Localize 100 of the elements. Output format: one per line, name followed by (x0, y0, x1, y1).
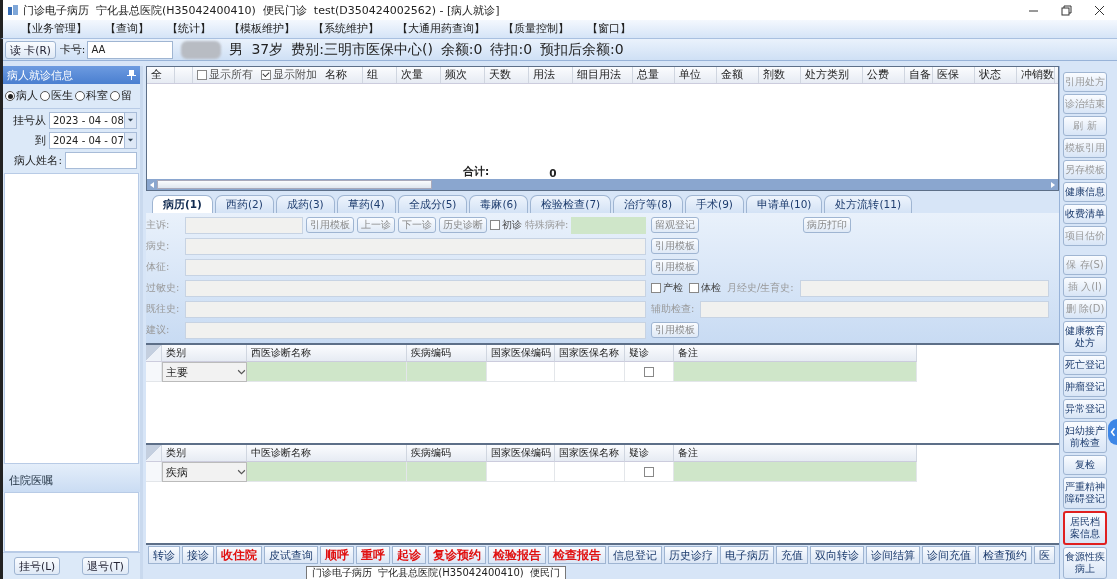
action-button[interactable]: 历史诊疗 (664, 546, 718, 564)
date-field[interactable]: 2024 - 04 - 07 (49, 132, 137, 149)
restore-icon[interactable] (1061, 4, 1072, 16)
tab[interactable]: 毒麻(6) (469, 195, 529, 213)
checkbox[interactable] (644, 366, 654, 377)
checkbox[interactable] (689, 283, 699, 293)
checkbox[interactable] (644, 466, 654, 477)
action-button[interactable]: 医 (1034, 546, 1055, 564)
grid-corner[interactable] (146, 445, 162, 462)
side-button[interactable]: 收费清单 (1063, 204, 1107, 224)
text-field[interactable] (185, 279, 646, 297)
table-cell[interactable] (247, 362, 407, 382)
text-field[interactable] (700, 300, 1049, 318)
name-field[interactable] (65, 152, 137, 169)
table-cell[interactable] (674, 462, 917, 482)
text-field[interactable] (185, 300, 646, 318)
date-field[interactable]: 2023 - 04 - 08 (49, 112, 137, 129)
side-button[interactable]: 食源性疾病上 (1063, 547, 1107, 579)
radio-option[interactable]: 医生 (40, 89, 73, 103)
register-button[interactable]: 退号(T) (82, 557, 129, 575)
side-button[interactable]: 肿瘤登记 (1063, 377, 1107, 397)
action-button[interactable]: 电子病历 (720, 546, 774, 564)
table-cell[interactable] (555, 462, 625, 482)
template-button[interactable]: 病历打印 (803, 217, 851, 233)
table-cell[interactable] (555, 362, 625, 382)
tab[interactable]: 成药(3) (275, 195, 335, 213)
checkbox[interactable] (490, 220, 500, 230)
action-button[interactable]: 顺呼 (320, 546, 354, 564)
checkbox[interactable] (261, 70, 271, 80)
action-button[interactable]: 检验报告 (488, 546, 546, 564)
tab[interactable]: 草药(4) (336, 195, 396, 213)
dropdown-icon[interactable] (127, 137, 134, 144)
action-button[interactable]: 检查报告 (548, 546, 606, 564)
menu-item[interactable]: 【查询】 (105, 22, 149, 36)
collapse-handle[interactable] (1108, 419, 1117, 445)
menu-item[interactable]: 【系统维护】 (313, 22, 379, 36)
action-button[interactable]: 诊间充值 (922, 546, 976, 564)
tab[interactable]: 治疗等(8) (613, 195, 684, 213)
table-cell[interactable] (247, 462, 407, 482)
side-button[interactable]: 严重精神障碍登记 (1063, 477, 1107, 509)
side-button[interactable]: 居民档案信息 (1063, 511, 1107, 545)
checkbox[interactable] (651, 283, 661, 293)
side-button[interactable]: 健康教育处方 (1063, 321, 1107, 353)
tab[interactable]: 申请单(10) (745, 195, 823, 213)
action-button[interactable]: 起诊 (392, 546, 426, 564)
tab[interactable]: 全成分(5) (397, 195, 468, 213)
action-button[interactable]: 接诊 (182, 546, 214, 564)
read-card-button[interactable]: 读 卡(R) (5, 40, 56, 59)
tab[interactable]: 手术(9) (685, 195, 744, 213)
checkbox[interactable] (197, 70, 207, 80)
radio-option[interactable]: 留 (110, 89, 132, 103)
menu-item[interactable]: 【大通用药查询】 (397, 22, 485, 36)
menu-item[interactable]: 【质量控制】 (503, 22, 569, 36)
action-button[interactable]: 皮试查询 (264, 546, 318, 564)
text-field[interactable] (185, 321, 646, 339)
menu-item[interactable]: 【业务管理】 (21, 22, 87, 36)
dropdown-icon[interactable] (237, 368, 246, 376)
template-button[interactable]: 留观登记 (651, 217, 699, 233)
text-field[interactable] (799, 279, 1049, 297)
dropdown-icon[interactable] (127, 117, 134, 124)
side-button[interactable]: 异常登记 (1063, 399, 1107, 419)
tab[interactable]: 病历(1) (152, 195, 213, 213)
radio-option[interactable]: 病人 (5, 89, 38, 103)
category-dropdown[interactable]: 疾病 (162, 462, 247, 482)
action-button[interactable]: 复诊预约 (428, 546, 486, 564)
table-cell[interactable] (487, 462, 555, 482)
dropdown-icon[interactable] (237, 468, 246, 476)
tab[interactable]: 检验检查(7) (530, 195, 612, 213)
tab[interactable]: 西药(2) (214, 195, 274, 213)
register-button[interactable]: 挂号(L) (14, 557, 61, 575)
scrollbar-thumb[interactable] (157, 180, 432, 189)
table-cell[interactable] (407, 462, 487, 482)
menu-item[interactable]: 【模板维护】 (229, 22, 295, 36)
menu-item[interactable]: 【窗口】 (587, 22, 631, 36)
menu-item[interactable]: 【统计】 (167, 22, 211, 36)
action-button[interactable]: 充值 (776, 546, 808, 564)
action-button[interactable]: 诊间结算 (866, 546, 920, 564)
side-button[interactable]: 妇幼接产前检查 (1063, 421, 1107, 453)
radio-option[interactable]: 科室 (75, 89, 108, 103)
table-cell[interactable] (674, 362, 917, 382)
action-button[interactable]: 重呼 (356, 546, 390, 564)
action-button[interactable]: 检查预约 (978, 546, 1032, 564)
row-header[interactable] (146, 462, 162, 482)
text-field[interactable] (571, 216, 646, 234)
grid-corner[interactable] (146, 345, 162, 362)
side-button[interactable]: 健康信息 (1063, 182, 1107, 202)
table-cell[interactable] (487, 362, 555, 382)
tab[interactable]: 处方流转(11) (824, 195, 913, 213)
category-dropdown[interactable]: 主要 (162, 362, 247, 382)
text-field[interactable] (185, 237, 646, 255)
action-button[interactable]: 转诊 (148, 546, 180, 564)
text-field[interactable] (185, 258, 646, 276)
side-button[interactable]: 复检 (1063, 455, 1107, 475)
pin-icon[interactable] (127, 70, 136, 80)
row-header[interactable] (146, 362, 162, 382)
action-button[interactable]: 收住院 (216, 546, 262, 564)
action-button[interactable]: 双向转诊 (810, 546, 864, 564)
card-number-field[interactable]: AA (87, 40, 174, 59)
close-icon[interactable] (1094, 4, 1105, 16)
side-button[interactable]: 死亡登记 (1063, 355, 1107, 375)
